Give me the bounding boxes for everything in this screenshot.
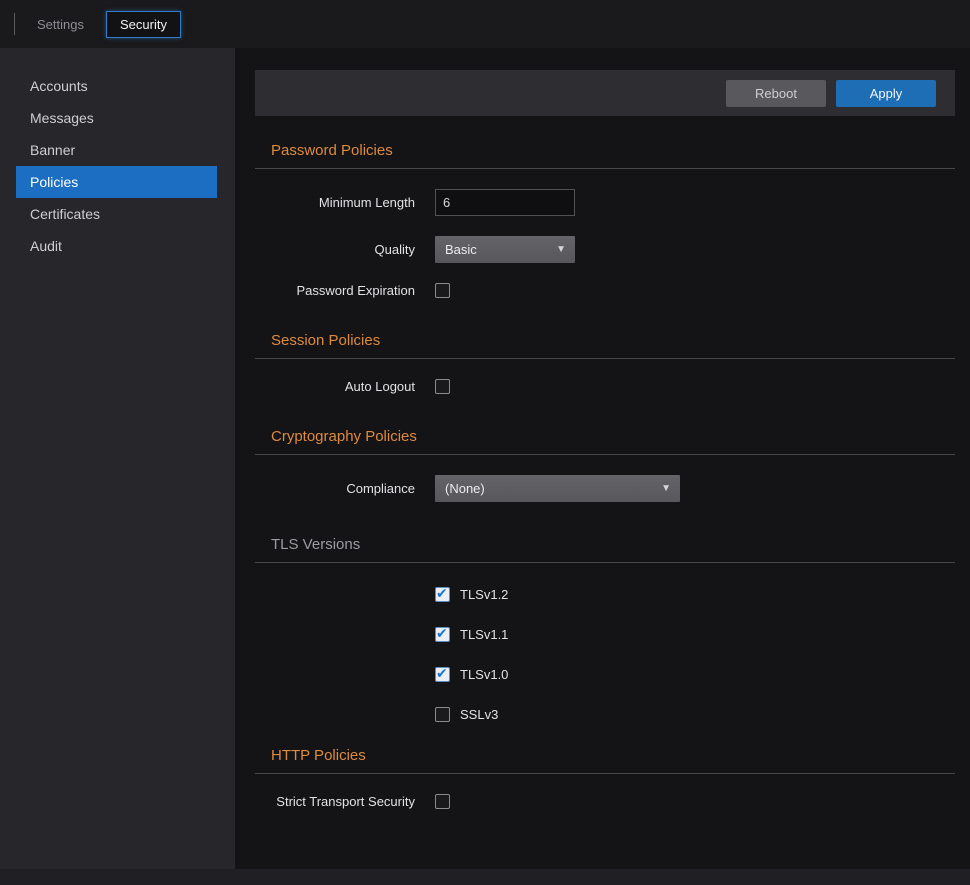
compliance-dropdown[interactable]: (None) ▼ (435, 475, 680, 502)
sidebar-item-audit[interactable]: Audit (16, 230, 217, 262)
chevron-down-icon: ▼ (661, 483, 671, 494)
strict-transport-security-label: Strict Transport Security (255, 794, 415, 809)
bottom-strip (0, 869, 970, 885)
tls-versions-title: TLS Versions (271, 536, 955, 553)
strict-transport-security-row: Strict Transport Security (255, 794, 955, 809)
cryptography-policies-title: Cryptography Policies (271, 428, 955, 445)
section-divider (255, 358, 955, 359)
session-policies-title: Session Policies (271, 332, 955, 349)
http-policies-section: HTTP Policies Strict Transport Security (255, 747, 955, 809)
reboot-button[interactable]: Reboot (726, 80, 826, 107)
password-policies-section: Password Policies Minimum Length Quality… (255, 142, 955, 298)
minimum-length-row: Minimum Length (255, 189, 955, 216)
sidebar-item-certificates[interactable]: Certificates (16, 198, 217, 230)
auto-logout-checkbox[interactable] (435, 379, 450, 394)
quality-label: Quality (255, 242, 415, 257)
topbar: Settings Security (0, 0, 970, 48)
sslv3-checkbox[interactable] (435, 707, 450, 722)
tls-option-row: TLSv1.1 (435, 627, 955, 642)
minimum-length-input[interactable] (435, 189, 575, 216)
sidebar-item-policies[interactable]: Policies (16, 166, 217, 198)
topbar-divider (14, 13, 15, 35)
tls-option-row: SSLv3 (435, 707, 955, 722)
password-expiration-row: Password Expiration (255, 283, 955, 298)
password-expiration-checkbox[interactable] (435, 283, 450, 298)
http-policies-title: HTTP Policies (271, 747, 955, 764)
tlsv1-2-checkbox[interactable] (435, 587, 450, 602)
quality-dropdown[interactable]: Basic ▼ (435, 236, 575, 263)
tls-option-row: TLSv1.0 (435, 667, 955, 682)
strict-transport-security-checkbox[interactable] (435, 794, 450, 809)
sidebar: Accounts Messages Banner Policies Certif… (0, 48, 235, 869)
compliance-dropdown-value: (None) (445, 481, 485, 496)
tab-security[interactable]: Security (106, 11, 181, 38)
cryptography-policies-section: Cryptography Policies Compliance (None) … (255, 428, 955, 722)
apply-button[interactable]: Apply (836, 80, 936, 107)
section-divider (255, 773, 955, 774)
tls-option-row: TLSv1.2 (435, 587, 955, 602)
sidebar-item-accounts[interactable]: Accounts (16, 70, 217, 102)
main-area: Accounts Messages Banner Policies Certif… (0, 48, 970, 869)
password-expiration-label: Password Expiration (255, 283, 415, 298)
chevron-down-icon: ▼ (556, 244, 566, 255)
tlsv1-0-checkbox[interactable] (435, 667, 450, 682)
sidebar-item-banner[interactable]: Banner (16, 134, 217, 166)
section-divider (255, 454, 955, 455)
tlsv1-1-label: TLSv1.1 (460, 627, 508, 642)
quality-row: Quality Basic ▼ (255, 236, 955, 263)
quality-dropdown-value: Basic (445, 242, 477, 257)
security-page: Settings Security Accounts Messages Bann… (0, 0, 970, 885)
sslv3-label: SSLv3 (460, 707, 498, 722)
auto-logout-row: Auto Logout (255, 379, 955, 394)
minimum-length-label: Minimum Length (255, 195, 415, 210)
session-policies-section: Session Policies Auto Logout (255, 332, 955, 394)
tlsv1-2-label: TLSv1.2 (460, 587, 508, 602)
compliance-label: Compliance (255, 481, 415, 496)
tab-settings[interactable]: Settings (35, 11, 86, 38)
content-panel: Reboot Apply Password Policies Minimum L… (255, 48, 955, 869)
compliance-row: Compliance (None) ▼ (255, 475, 955, 502)
tlsv1-0-label: TLSv1.0 (460, 667, 508, 682)
action-bar: Reboot Apply (255, 70, 955, 116)
tlsv1-1-checkbox[interactable] (435, 627, 450, 642)
auto-logout-label: Auto Logout (255, 379, 415, 394)
sidebar-item-messages[interactable]: Messages (16, 102, 217, 134)
section-divider (255, 562, 955, 563)
password-policies-title: Password Policies (271, 142, 955, 159)
section-divider (255, 168, 955, 169)
